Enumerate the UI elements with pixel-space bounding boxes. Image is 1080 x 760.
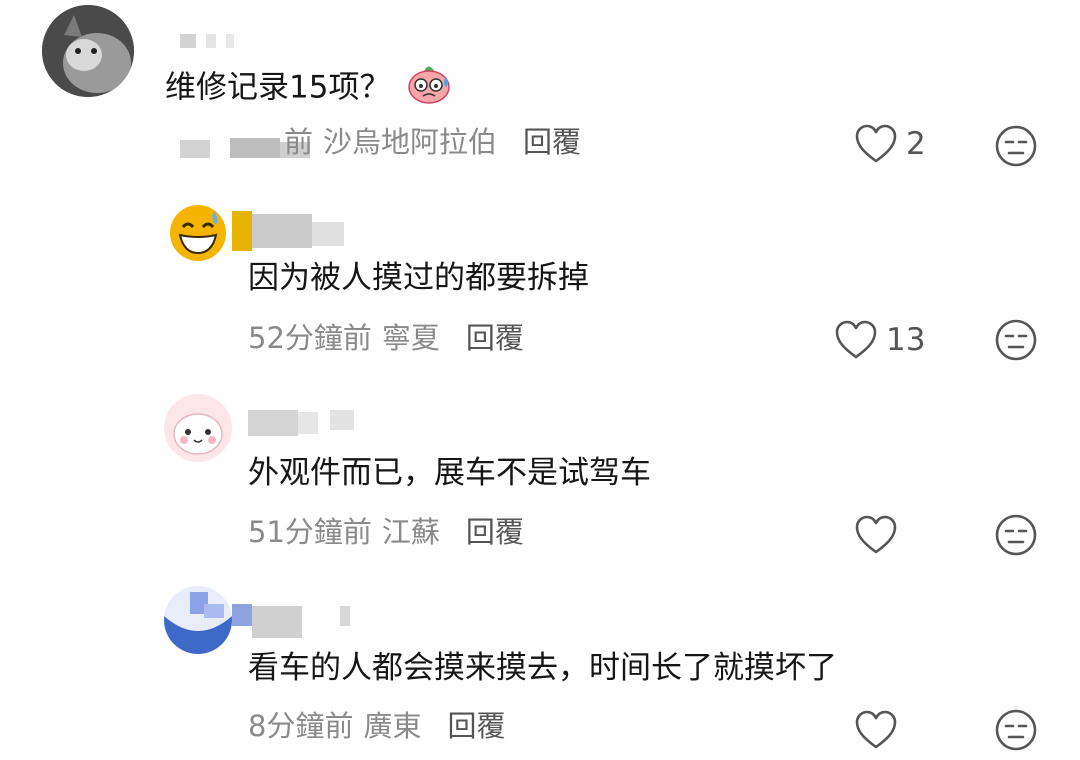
comment-text: 看车的人都会摸来摸去，时间长了就摸坏了 [248, 650, 837, 686]
sweat-face-emoji-icon [406, 63, 452, 115]
comment-time: 8分鐘前 [248, 709, 354, 743]
like-count: 13 [886, 322, 926, 358]
heart-outline-icon [855, 515, 897, 554]
comment-location: 寧夏 [381, 321, 440, 355]
reply-button[interactable]: 回覆 [466, 321, 524, 355]
like-button[interactable]: 13 [834, 320, 925, 360]
comment-time: 前 [284, 125, 314, 159]
reply-button[interactable]: 回覆 [447, 709, 505, 743]
comment-location: 江蘇 [381, 515, 440, 549]
heart-outline-icon [855, 710, 897, 749]
meh-face-icon [995, 319, 1037, 361]
pink-blob-avatar-icon [164, 394, 232, 462]
avatar[interactable] [164, 394, 232, 462]
meh-face-icon [995, 514, 1037, 556]
comment-meta: 8分鐘前 廣東 回覆 [248, 708, 505, 744]
comment-time: 51分鐘前 [248, 515, 372, 549]
avatar[interactable] [42, 5, 134, 97]
grin-sweat-emoji-icon [170, 205, 226, 261]
like-button[interactable] [854, 710, 898, 750]
heart-outline-icon [855, 124, 897, 163]
heart-outline-icon [835, 320, 877, 359]
reply-button[interactable]: 回覆 [466, 515, 524, 549]
comment-meta: 51分鐘前 江蘇 回覆 [248, 514, 524, 550]
meh-face-icon [995, 125, 1037, 167]
dislike-button[interactable] [994, 124, 1038, 168]
dislike-button[interactable] [994, 318, 1038, 362]
comment-location: 沙烏地阿拉伯 [323, 125, 498, 159]
like-button[interactable] [854, 515, 898, 555]
comment-location: 廣東 [363, 709, 422, 743]
dislike-button[interactable] [994, 513, 1038, 557]
cat-photo [42, 5, 134, 97]
reply-button[interactable]: 回覆 [523, 125, 581, 159]
comment-time: 52分鐘前 [248, 321, 372, 355]
avatar[interactable] [164, 586, 232, 654]
comment-meta: 前沙烏地阿拉伯 回覆 [284, 124, 581, 160]
comment-text: 外观件而已，展车不是试驾车 [248, 455, 651, 491]
blue-abstract-avatar-icon [164, 586, 232, 654]
like-button[interactable]: 2 [854, 124, 926, 164]
meh-face-icon [995, 709, 1037, 751]
comment-text: 因为被人摸过的都要拆掉 [248, 260, 589, 296]
comment-meta: 52分鐘前 寧夏 回覆 [248, 320, 524, 356]
dislike-button[interactable] [994, 708, 1038, 752]
comment-text: 维修记录15项？ [165, 63, 452, 115]
avatar[interactable] [164, 199, 232, 267]
like-count: 2 [906, 126, 926, 162]
